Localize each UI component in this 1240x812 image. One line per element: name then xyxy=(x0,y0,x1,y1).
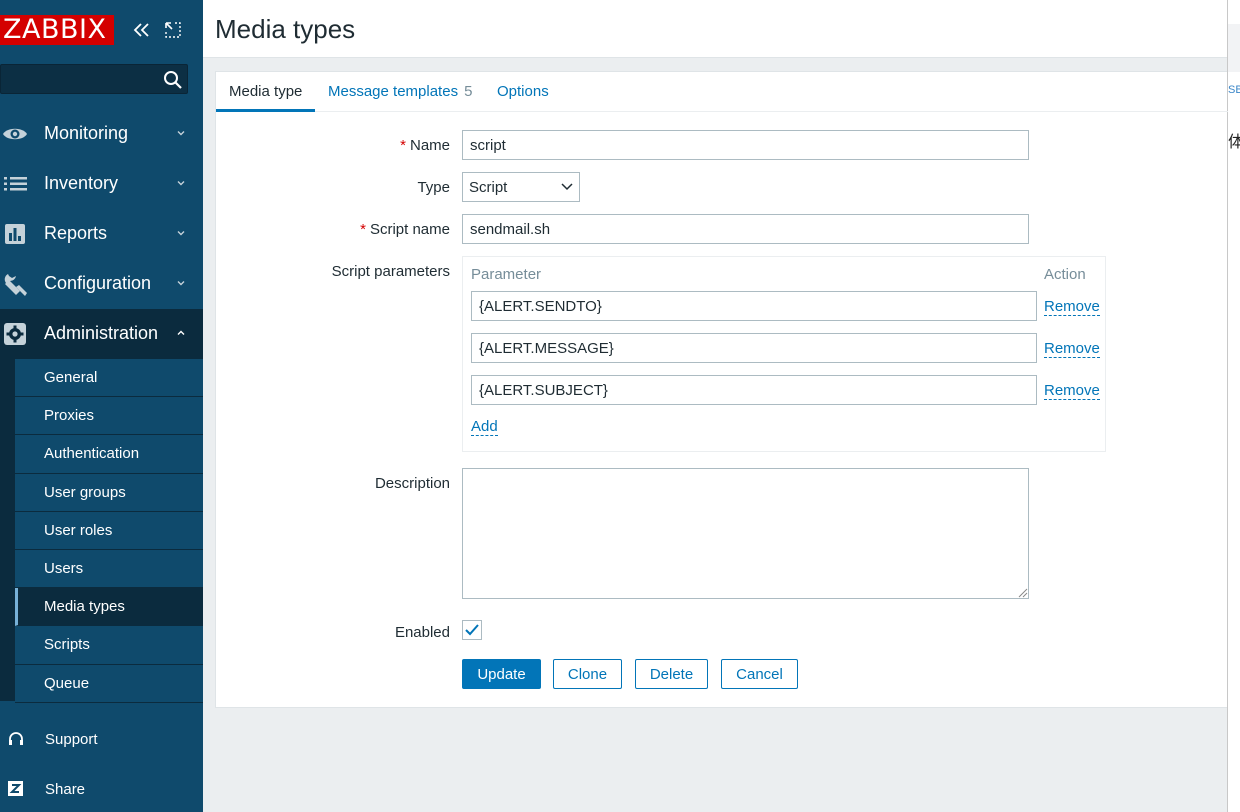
chevron-up-icon xyxy=(177,330,185,335)
submenu-item-proxies[interactable]: Proxies xyxy=(15,397,203,436)
sidebar-search xyxy=(0,64,188,94)
submenu-item-user-groups[interactable]: User groups xyxy=(15,473,203,512)
menu-label: Inventory xyxy=(44,173,119,193)
chevron-down-icon xyxy=(177,131,185,136)
submenu-item-authentication[interactable]: Authentication xyxy=(15,435,203,474)
menu-item-configuration[interactable]: Configuration xyxy=(0,259,203,309)
list-icon xyxy=(4,177,27,191)
menu-item-inventory[interactable]: Inventory xyxy=(0,159,203,209)
submenu-item-queue[interactable]: Queue xyxy=(15,664,203,703)
menu-item-support[interactable]: Support xyxy=(0,720,203,760)
script-parameters-label: Script parameters xyxy=(331,263,450,280)
submenu-label: Queue xyxy=(44,674,90,692)
resize-grip-icon[interactable] xyxy=(1016,586,1028,598)
kiosk-mode-icon[interactable] xyxy=(164,21,182,39)
menu-item-monitoring[interactable]: Monitoring xyxy=(0,109,203,159)
tab-message-templates[interactable]: Message templates 5 xyxy=(328,83,472,100)
wrench-icon xyxy=(4,274,27,296)
type-label: Type xyxy=(417,179,450,196)
tab-bar: Media type Message templates 5 Options xyxy=(216,72,1228,112)
chevron-down-icon xyxy=(177,231,185,236)
submenu-label: Authentication xyxy=(44,445,140,463)
submenu-label: General xyxy=(44,369,98,386)
checkmark-icon xyxy=(465,624,479,636)
script-parameters-table: Parameter Action Remove Remove Remove Ad… xyxy=(462,256,1106,452)
tab-options[interactable]: Options xyxy=(497,83,549,100)
required-asterisk: * xyxy=(400,137,406,154)
menu-label: Monitoring xyxy=(44,123,129,143)
adjacent-window-edge: SB 体 xyxy=(1227,0,1240,812)
type-select[interactable]: Script xyxy=(462,172,580,202)
remove-parameter-link[interactable]: Remove xyxy=(1044,382,1100,400)
support-label: Support xyxy=(45,731,98,748)
parameter-input[interactable] xyxy=(471,375,1037,405)
share-label: Share xyxy=(45,781,86,798)
menu-item-administration[interactable]: Administration xyxy=(0,309,203,359)
menu-item-share[interactable]: Share xyxy=(0,770,203,810)
adjacent-window-fragment: 体 xyxy=(1228,134,1240,151)
name-input[interactable] xyxy=(462,130,1029,160)
submenu-label: Proxies xyxy=(44,407,95,425)
submenu-item-general[interactable]: General xyxy=(15,359,203,398)
submenu-item-scripts[interactable]: Scripts xyxy=(15,626,203,665)
bar-chart-icon xyxy=(5,224,25,244)
menu-label: Administration xyxy=(44,323,159,343)
tab-label: Message templates xyxy=(328,83,459,100)
description-label: Description xyxy=(374,475,450,492)
chevron-down-icon xyxy=(177,181,185,186)
page-title: Media types xyxy=(215,14,356,44)
add-parameter-link[interactable]: Add xyxy=(471,418,498,436)
enabled-label: Enabled xyxy=(394,624,450,641)
search-icon[interactable] xyxy=(163,70,183,90)
parameter-input[interactable] xyxy=(471,333,1037,363)
parameter-column-header: Parameter xyxy=(471,266,542,283)
menu-label: Configuration xyxy=(44,273,152,293)
main-menu: Monitoring Inventory Reports Configurati… xyxy=(0,109,203,359)
collapse-sidebar-icon[interactable] xyxy=(132,20,152,40)
menu-item-reports[interactable]: Reports xyxy=(0,209,203,259)
adjacent-window-fragment: SB xyxy=(1228,84,1240,96)
description-textarea[interactable] xyxy=(462,468,1029,599)
required-asterisk: * xyxy=(360,221,366,238)
administration-submenu: General Proxies Authentication User grou… xyxy=(0,359,203,703)
clone-button[interactable]: Clone xyxy=(553,659,622,689)
cancel-button[interactable]: Cancel xyxy=(721,659,798,689)
remove-parameter-link[interactable]: Remove xyxy=(1044,340,1100,358)
submenu-label: Media types xyxy=(44,598,125,616)
media-type-form-panel: Media type Message templates 5 Options * N… xyxy=(215,71,1228,708)
submenu-item-users[interactable]: Users xyxy=(15,549,203,589)
gear-icon xyxy=(4,323,26,345)
submenu-label: Users xyxy=(44,559,84,577)
submenu-item-media-types[interactable]: Media types xyxy=(15,588,203,627)
script-name-label: * Script name xyxy=(360,221,450,238)
eye-icon xyxy=(3,128,27,140)
tab-count-badge: 5 xyxy=(464,83,473,100)
action-column-header: Action xyxy=(1044,266,1086,283)
enabled-checkbox[interactable] xyxy=(462,620,482,640)
update-button[interactable]: Update xyxy=(462,659,541,689)
name-label: * Name xyxy=(400,137,450,154)
menu-label: Reports xyxy=(44,223,108,243)
submenu-label: User roles xyxy=(44,521,113,539)
remove-parameter-link[interactable]: Remove xyxy=(1044,298,1100,316)
submenu-label: User groups xyxy=(44,483,126,501)
logo-row: ZABBIX xyxy=(0,15,203,47)
chevron-down-icon xyxy=(561,183,573,191)
tab-media-type[interactable]: Media type xyxy=(229,83,302,100)
headset-icon xyxy=(9,732,23,745)
delete-button[interactable]: Delete xyxy=(635,659,708,689)
adjacent-window-band xyxy=(1228,24,1240,72)
zabbix-logo[interactable]: ZABBIX xyxy=(0,15,114,45)
type-select-value: Script xyxy=(469,179,508,196)
script-name-input[interactable] xyxy=(462,214,1029,244)
sidebar: ZABBIX Monitoring Inventory Reports Conf… xyxy=(0,0,203,812)
submenu-item-user-roles[interactable]: User roles xyxy=(15,511,203,550)
active-tab-underline xyxy=(216,109,315,112)
submenu-label: Scripts xyxy=(44,636,90,654)
parameter-input[interactable] xyxy=(471,291,1037,321)
search-input[interactable] xyxy=(1,65,151,93)
share-z-icon xyxy=(8,781,23,796)
chevron-down-icon xyxy=(177,281,185,286)
page-header: Media types xyxy=(203,0,1227,58)
